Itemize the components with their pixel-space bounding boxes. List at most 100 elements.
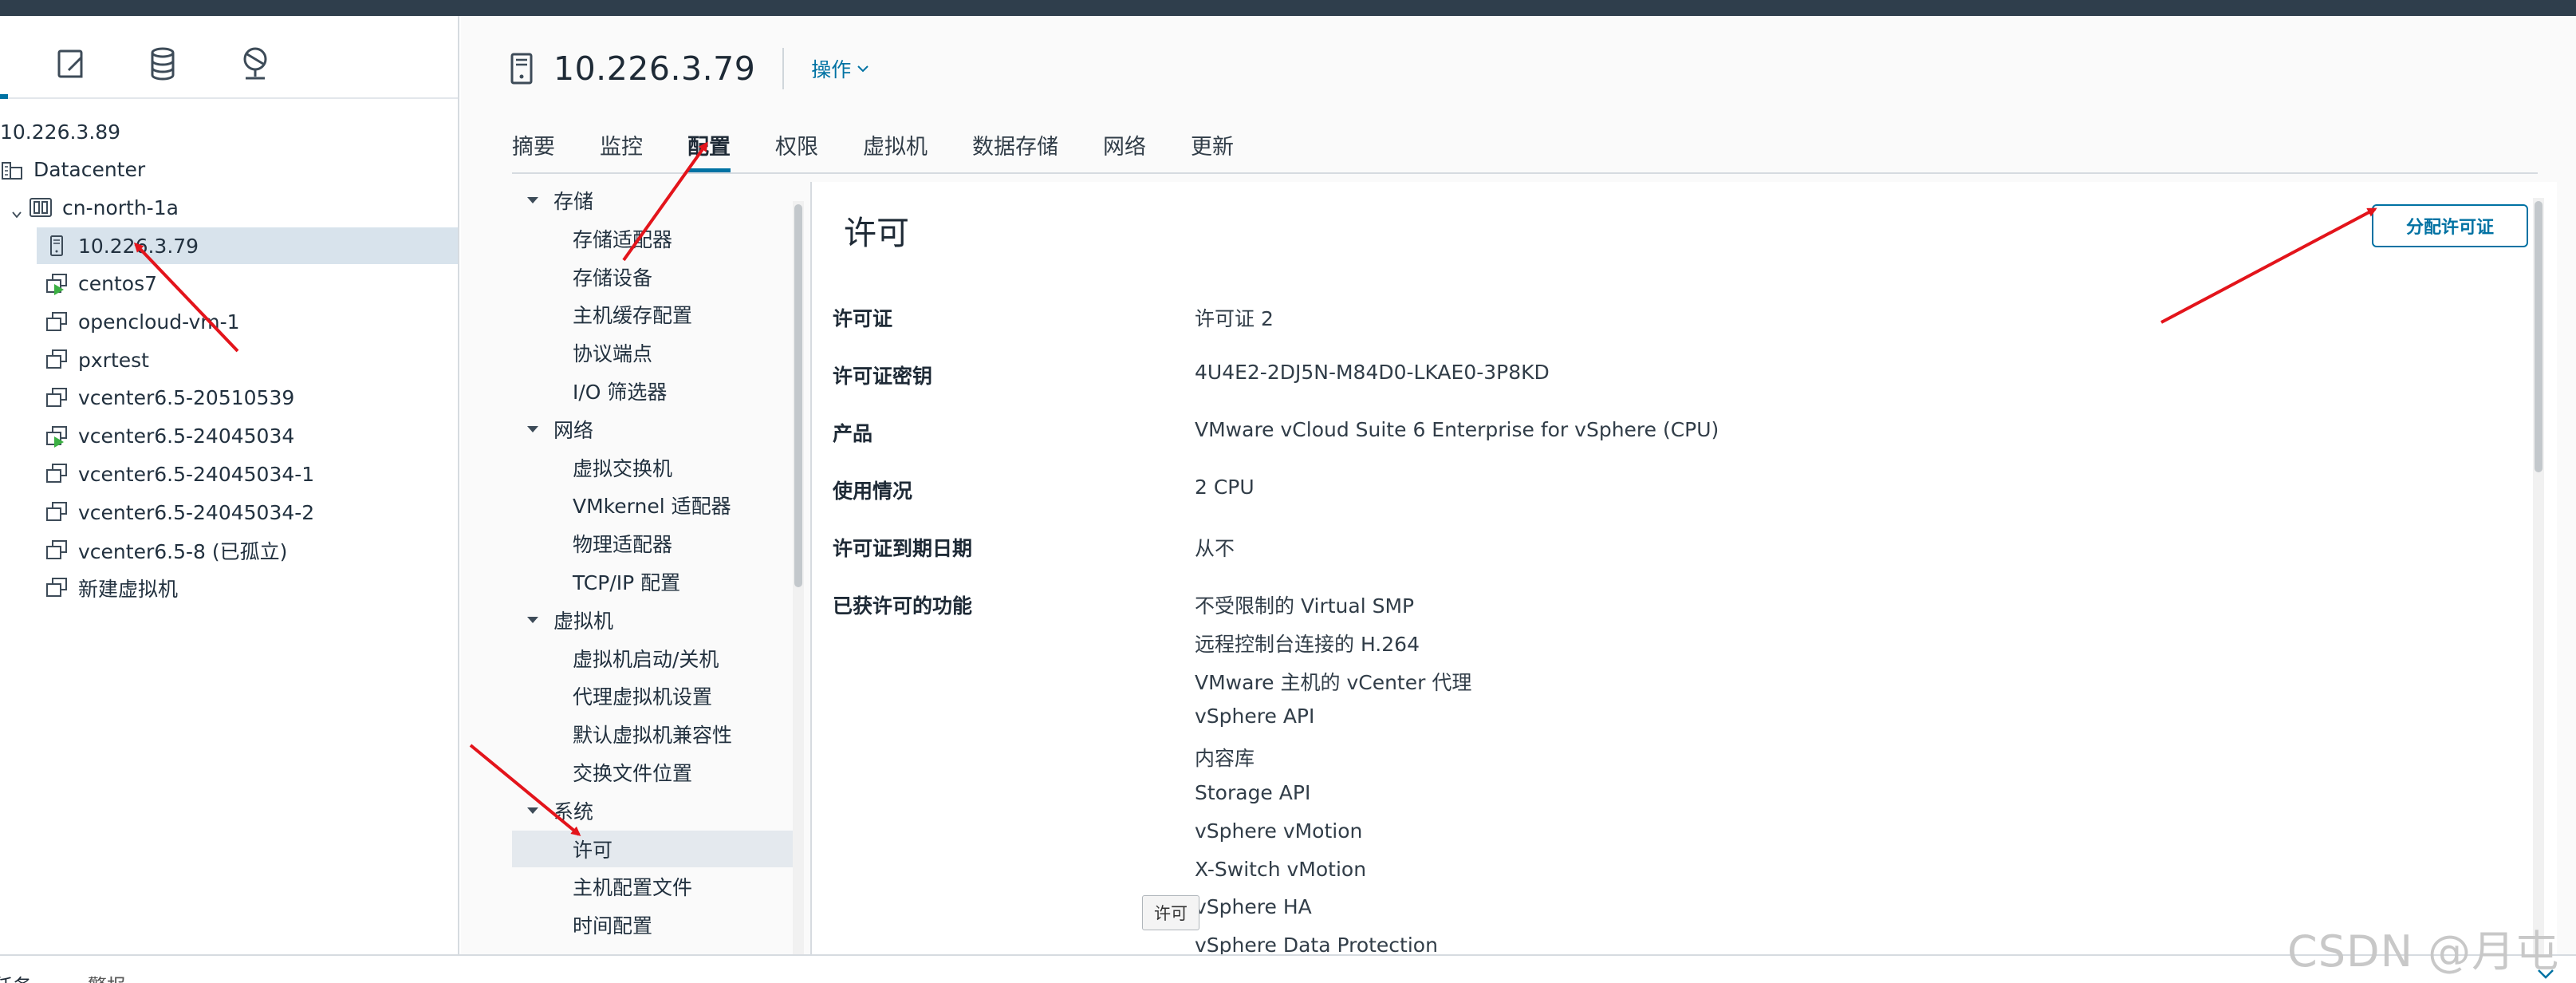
panel-scrollbar-thumb[interactable] bbox=[2535, 201, 2543, 472]
host-icon bbox=[510, 53, 533, 85]
licensed-feature: vSphere Data Protection bbox=[1195, 934, 1438, 954]
tab-3[interactable]: 权限 bbox=[775, 116, 818, 172]
vm-templates-icon[interactable] bbox=[53, 45, 91, 83]
tab-0[interactable]: 摘要 bbox=[512, 116, 555, 172]
licensed-feature: Storage API bbox=[1195, 781, 1311, 804]
licensed-feature: vSphere API bbox=[1195, 705, 1315, 728]
watermark: CSDN @月屯 bbox=[2287, 926, 2560, 977]
subnav-item[interactable]: 协议端点 bbox=[512, 334, 796, 371]
property-value: 从不 bbox=[1195, 537, 1235, 560]
licensed-feature: 远程控制台连接的 H.264 bbox=[1195, 632, 1420, 656]
vm-icon bbox=[45, 386, 69, 410]
tree-node-vm[interactable]: vcenter6.5-8 (已孤立) bbox=[0, 532, 458, 569]
tree-node-host[interactable]: 10.226.3.79 bbox=[37, 227, 458, 265]
vm-icon bbox=[45, 272, 69, 296]
tab-5[interactable]: 数据存储 bbox=[972, 116, 1058, 172]
subnav-item[interactable]: 存储设备 bbox=[512, 259, 796, 295]
object-header: 10.226.3.79 操作 bbox=[510, 45, 869, 93]
subnav-item[interactable]: 主机缓存配置 bbox=[512, 296, 796, 333]
caret-down-icon bbox=[527, 616, 538, 623]
subnav-group-label: 虚拟机 bbox=[553, 609, 614, 633]
tree-node-label: 10.226.3.89 bbox=[0, 120, 121, 144]
tree-node-label: cn-north-1a bbox=[62, 195, 179, 219]
tab-7[interactable]: 更新 bbox=[1191, 116, 1234, 172]
subnav-group[interactable]: 网络 bbox=[512, 411, 796, 448]
licensed-feature: vSphere vMotion bbox=[1195, 819, 1363, 843]
tree-node-vcenter[interactable]: 10.226.3.89 bbox=[0, 113, 458, 150]
property-label: 使用情况 bbox=[833, 480, 913, 503]
tree-node-label: vcenter6.5-20510539 bbox=[78, 386, 295, 410]
property-label: 许可证到期日期 bbox=[833, 537, 973, 560]
header-divider bbox=[782, 48, 785, 89]
tree-node-vm[interactable]: opencloud-vm-1 bbox=[0, 304, 458, 341]
licensed-feature: 不受限制的 Virtual SMP bbox=[1195, 594, 1415, 618]
chevron-down-icon[interactable] bbox=[11, 202, 22, 219]
host-icon bbox=[45, 234, 69, 258]
actions-menu-button[interactable]: 操作 bbox=[811, 54, 869, 83]
property-value: 许可证 2 bbox=[1195, 307, 1274, 330]
subnav-group-label: 网络 bbox=[553, 418, 594, 442]
vm-icon bbox=[45, 500, 69, 524]
tab-recent-tasks[interactable]: 任务 bbox=[0, 970, 32, 983]
storage-icon[interactable] bbox=[144, 45, 182, 83]
tab-4[interactable]: 虚拟机 bbox=[863, 116, 928, 172]
subnav-item[interactable]: 代理虚拟机设置 bbox=[512, 677, 796, 714]
vm-icon bbox=[45, 539, 69, 563]
subnav-group[interactable]: 虚拟机 bbox=[512, 602, 796, 638]
page-title: 10.226.3.79 bbox=[553, 49, 756, 88]
chevron-down-icon bbox=[857, 65, 869, 73]
caret-down-icon bbox=[527, 197, 538, 203]
tooltip: 许可 bbox=[1142, 895, 1199, 930]
tab-2[interactable]: 配置 bbox=[687, 116, 731, 172]
licensed-feature: X-Switch vMotion bbox=[1195, 857, 1367, 881]
subnav-item[interactable]: 虚拟机启动/关机 bbox=[512, 640, 796, 677]
actions-label: 操作 bbox=[811, 58, 852, 81]
tree-node-vm[interactable]: vcenter6.5-20510539 bbox=[0, 380, 458, 416]
license-panel: 许可 分配许可证 许可证 许可证 2 许可证密钥 4U4E2-2DJ5N-M84D0-… bbox=[812, 182, 2557, 954]
subnav-group[interactable]: 系统 bbox=[512, 792, 796, 829]
network-icon[interactable] bbox=[236, 45, 274, 83]
property-label: 许可证密钥 bbox=[833, 365, 933, 388]
tabs-divider bbox=[512, 172, 2538, 174]
tree-node-vm[interactable]: 新建虚拟机 bbox=[0, 570, 458, 606]
tree-node-vm[interactable]: pxrtest bbox=[0, 341, 458, 378]
tree-node-vm-on[interactable]: vcenter6.5-24045034 bbox=[0, 418, 458, 455]
subnav-scrollbar-thumb[interactable] bbox=[794, 204, 802, 587]
subnav-item[interactable]: 许可 bbox=[512, 830, 796, 867]
subnav-item[interactable]: 时间配置 bbox=[512, 906, 796, 943]
tab-alarms[interactable]: 警报 bbox=[88, 970, 126, 983]
tree-node-datacenter[interactable]: Datacenter bbox=[0, 152, 458, 188]
tree-node-label: vcenter6.5-8 (已孤立) bbox=[78, 539, 288, 563]
subnav-item[interactable]: 交换文件位置 bbox=[512, 754, 796, 791]
subnav-item[interactable]: I/O 筛选器 bbox=[512, 373, 796, 409]
property-label: 产品 bbox=[833, 422, 873, 445]
subnav-item[interactable]: 虚拟交换机 bbox=[512, 449, 796, 486]
main-content: 10.226.3.79 操作 摘要 监控 配置 权限 虚拟机 数据存储 网络 更新 存储 存储适… bbox=[461, 16, 2576, 954]
assign-license-button[interactable]: 分配许可证 bbox=[2372, 204, 2528, 247]
features-label: 已获许可的功能 bbox=[833, 594, 973, 618]
inventory-navigator: 10.226.3.89 Datacenter cn-north-1a 10.226.3… bbox=[0, 16, 459, 954]
subnav-group-label: 存储 bbox=[553, 190, 594, 213]
property-value: VMware vCloud Suite 6 Enterprise for vSp… bbox=[1195, 418, 1719, 441]
tree-node-label: pxrtest bbox=[78, 348, 149, 372]
tab-1[interactable]: 监控 bbox=[600, 116, 643, 172]
caret-down-icon bbox=[527, 425, 538, 432]
tree-node-vm[interactable]: vcenter6.5-24045034-2 bbox=[0, 494, 458, 531]
tree-node-label: vcenter6.5-24045034-1 bbox=[78, 462, 315, 486]
subnav-group[interactable]: 存储 bbox=[512, 182, 796, 219]
datacenter-icon bbox=[0, 158, 24, 182]
licensed-feature: 内容库 bbox=[1195, 747, 1255, 771]
tree-node-label: vcenter6.5-24045034 bbox=[78, 424, 295, 448]
subnav-item[interactable]: 存储适配器 bbox=[512, 220, 796, 257]
subnav-item[interactable]: 主机配置文件 bbox=[512, 868, 796, 905]
subnav-item[interactable]: 默认虚拟机兼容性 bbox=[512, 716, 796, 752]
subnav-item[interactable]: TCP/IP 配置 bbox=[512, 563, 796, 600]
tree-node-cluster[interactable]: cn-north-1a bbox=[0, 189, 458, 226]
tab-6[interactable]: 网络 bbox=[1103, 116, 1146, 172]
subnav-item[interactable]: VMkernel 适配器 bbox=[512, 487, 796, 523]
subnav-item[interactable]: 物理适配器 bbox=[512, 525, 796, 562]
tree-node-label: centos7 bbox=[78, 272, 157, 296]
tree-node-vm-on[interactable]: centos7 bbox=[0, 266, 458, 302]
tree-node-vm[interactable]: vcenter6.5-24045034-1 bbox=[0, 456, 458, 492]
navigator-view-switcher bbox=[0, 16, 458, 99]
